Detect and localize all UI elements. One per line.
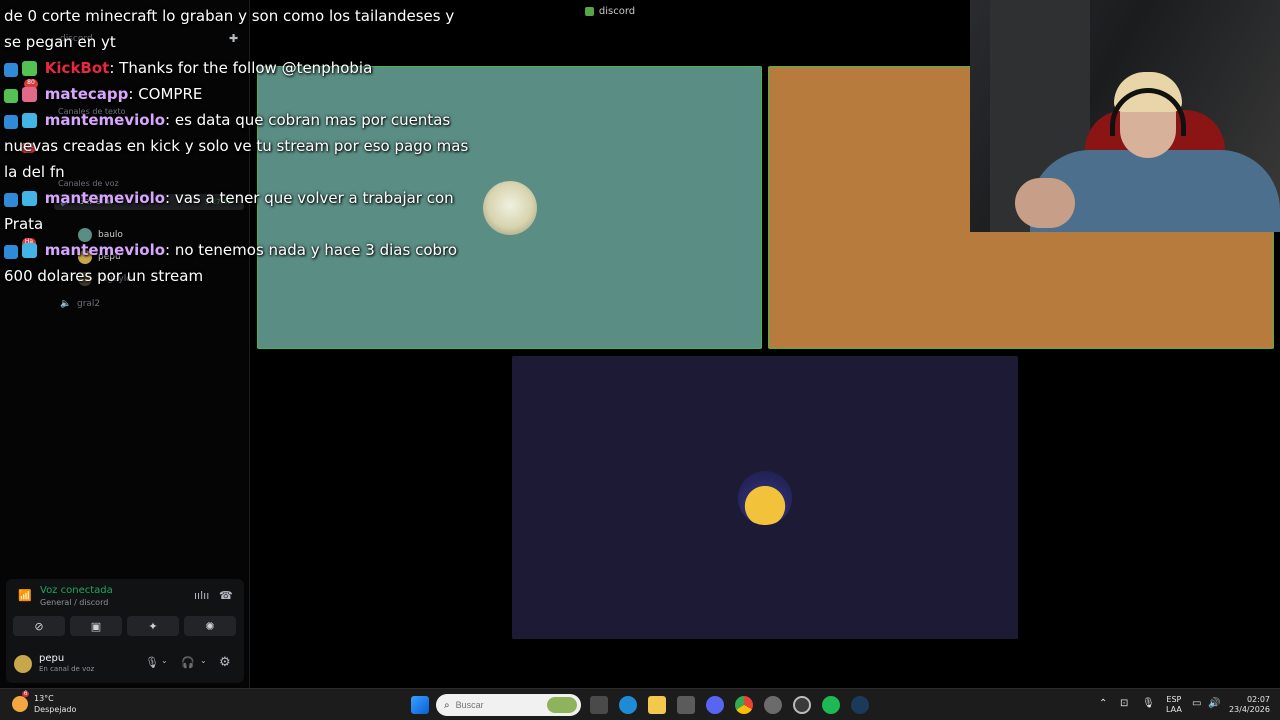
store-icon[interactable] [677,696,695,714]
chrome-icon[interactable] [735,696,753,714]
screen-share-button[interactable]: ▣ [70,616,122,636]
obs-icon[interactable] [793,696,811,714]
voice-channel-path[interactable]: General / discord [40,598,108,607]
chat-badges [4,86,40,104]
voice-status[interactable]: Voz conectada [40,585,113,596]
weather-widget[interactable]: 13°C Despejado 6 [12,691,77,715]
chat-message-text: de 0 corte minecraft lo graban y son com… [4,7,455,51]
clock-date: 23/4/2026 [1228,705,1270,714]
camera-button[interactable]: ⊘ [13,616,65,636]
screen: discord discord ✚ Canales de texto Canal… [0,0,1280,720]
troll-face-avatar [482,180,537,235]
display-icon[interactable]: ▭ [1192,698,1201,709]
chevron-down-icon[interactable]: ⌄ [161,656,168,665]
user-status: En canal de voz [39,665,95,673]
chat-message: mantemeviolo: es data que cobran mas por… [4,107,474,185]
chat-username: mantemeviolo [44,189,166,207]
badge-icon [4,114,18,129]
badge-icon [22,60,37,76]
microphone-tray-icon[interactable]: 🎙 [1142,698,1155,709]
chat-username: KickBot [44,59,110,77]
taskbar-search[interactable]: ⌕ [436,694,581,716]
settings-icon[interactable] [764,696,782,714]
streamer-webcam [970,0,1280,232]
badge-icon [4,62,18,77]
screen-share-icon: ▣ [90,619,102,633]
chat-message-text: : COMPRE [128,85,203,103]
soundboard-icon: ✺ [205,619,215,633]
chat-message-text: : Thanks for the follow @tenphobia [109,59,373,77]
badge-icon [4,244,18,259]
camera-off-icon: ⊘ [34,619,44,633]
badge-icon [22,86,37,102]
chat-message: mantemeviolo: vas a tener que volver a t… [4,185,474,237]
chat-message: matecapp: COMPRE [4,81,474,107]
keyboard-layout: LAA [1166,705,1182,714]
badge-icon [4,88,18,103]
emo-minion-avatar [738,470,792,525]
search-icon: ⌕ [444,699,450,711]
streamer-hand [1015,178,1075,228]
spotify-icon[interactable] [822,696,840,714]
chevron-down-icon[interactable]: ⌄ [200,656,207,665]
chat-username: mantemeviolo [44,241,166,259]
windows-start-icon[interactable] [411,696,429,714]
chat-username: mantemeviolo [44,111,166,129]
stream-chat-overlay: de 0 corte minecraft lo graban y son com… [4,3,474,289]
window-title: discord [598,5,636,17]
gear-icon[interactable]: ⚙ [219,655,231,670]
search-highlight-icon [547,697,577,713]
user-name[interactable]: pepu [39,653,64,664]
chevron-up-icon[interactable]: ⌃ [1099,698,1107,709]
steam-icon[interactable] [851,696,869,714]
weather-badge: 6 [22,691,30,697]
badge-icon [4,192,18,207]
language-indicator[interactable]: ESP LAA [1166,695,1182,715]
weather-temp: 13°C [34,694,54,703]
chat-badges [4,60,40,78]
windows-taskbar: 13°C Despejado 6 ⌕ ⌃ ⊡ 🎙 ESP LAA ▭ 🔊 [0,688,1280,720]
chat-badges [4,190,40,208]
activities-button[interactable]: ✦ [127,616,179,636]
voice-channel-gral2[interactable]: gral2 [77,299,100,309]
volume-icon[interactable]: 🔊 [1208,698,1220,709]
chat-badges [4,112,40,130]
network-icon[interactable]: ⊡ [1120,698,1128,709]
edge-browser-icon[interactable] [619,696,637,714]
clock-time: 02:07 [1246,695,1270,704]
video-tile-user-3[interactable] [512,356,1018,639]
avatar[interactable] [14,655,32,673]
chat-message: de 0 corte minecraft lo graban y son com… [4,3,474,55]
soundboard-button[interactable]: ✺ [184,616,236,636]
disconnect-icon[interactable]: ☎ [219,589,233,602]
clock[interactable]: 02:07 23/4/2026 [1226,695,1270,715]
voice-connection-panel: 📶 Voz conectada General / discord ıılıı … [6,579,244,683]
chat-message: mantemeviolo: no tenemos nada y hace 3 d… [4,237,474,289]
search-input[interactable] [455,700,536,710]
speaker-icon: 🔈 [60,299,72,309]
file-explorer-icon[interactable] [648,696,666,714]
microphone-icon[interactable]: 🎙 [145,656,159,669]
badge-icon [22,190,37,206]
task-view-icon[interactable] [590,696,608,714]
headphones-icon[interactable]: 🎧 [181,656,195,669]
weather-sun-icon [12,696,28,712]
chat-badges [4,242,40,260]
discord-icon[interactable] [706,696,724,714]
noise-suppression-icon[interactable]: ıılıı [194,589,209,602]
badge-icon [22,112,37,128]
badge-icon [22,242,37,258]
language-code: ESP [1166,695,1182,704]
discord-logo-icon [584,6,594,16]
signal-icon[interactable]: 📶 [18,589,32,602]
chat-message: KickBot: Thanks for the follow @tenphobi… [4,55,474,81]
activities-icon: ✦ [148,619,158,633]
chat-username: matecapp [44,85,129,103]
weather-desc: Despejado [34,705,77,714]
